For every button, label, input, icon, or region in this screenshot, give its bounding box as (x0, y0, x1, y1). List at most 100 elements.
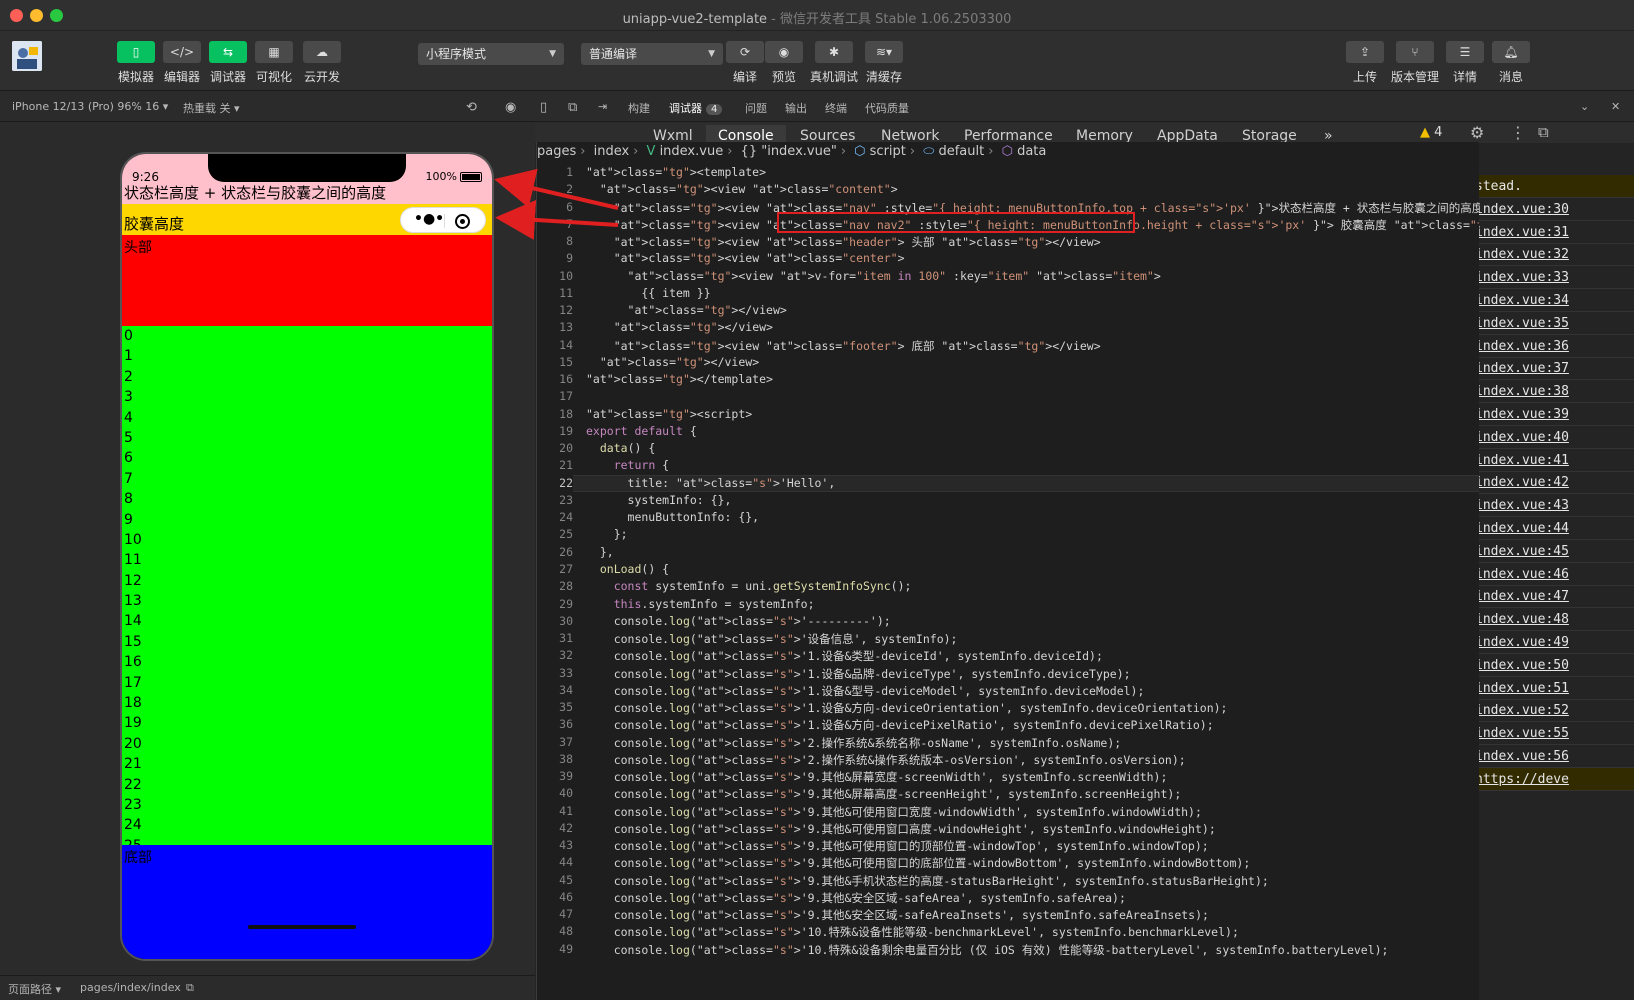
code-line[interactable]: console.log("at">class="s">'1.设备&型号-devi… (586, 683, 1145, 699)
preview-button[interactable]: ◉ 预览 (758, 41, 810, 85)
menu-capsule[interactable]: •●• (400, 207, 486, 233)
tab-terminal[interactable]: 终端 (825, 100, 847, 116)
code-line[interactable]: console.log("at">class="s">'---------'); (586, 614, 891, 628)
tab-output[interactable]: 输出 (785, 100, 807, 116)
clear-cache-button[interactable]: ≋▾ 清缓存 (858, 41, 910, 85)
console-source-link[interactable]: index.vue:50 (1475, 658, 1569, 673)
chevron-down-icon[interactable]: ⌄ (1580, 100, 1589, 113)
code-line[interactable]: data() { (586, 441, 655, 455)
code-line[interactable]: console.log("at">class="s">'10.特殊&设备性能等级… (586, 924, 1239, 940)
code-line[interactable]: systemInfo: {}, (586, 493, 732, 507)
code-line[interactable]: title: "at">class="s">'Hello', (586, 476, 836, 490)
console-source-link[interactable]: index.vue:48 (1475, 612, 1569, 627)
copy-icon[interactable]: ⧉ (186, 981, 194, 995)
code-line[interactable]: }, (586, 545, 614, 559)
console-source-link[interactable]: index.vue:56 (1475, 749, 1569, 764)
cloud-dev-button[interactable]: ☁ 云开发 (296, 41, 348, 85)
code-line[interactable]: "at">class="tg"><script> (586, 407, 752, 421)
console-source-link[interactable]: index.vue:34 (1475, 293, 1569, 308)
code-line[interactable]: "at">class="tg"></view> (586, 355, 759, 369)
tab-build[interactable]: 构建 (628, 100, 650, 116)
debugger-toggle-button[interactable]: ⇆ 调试器 (202, 41, 254, 85)
code-line[interactable]: "at">class="tg"><view "at">class="header… (586, 234, 1101, 250)
phone-simulator[interactable]: 9:26 100% 状态栏高度 + 状态栏与胶囊之间的高度 胶囊高度 •●• 头… (120, 152, 494, 961)
code-line[interactable]: console.log("at">class="s">'1.设备&类型-devi… (586, 648, 1103, 664)
console-source-link[interactable]: index.vue:31 (1475, 225, 1569, 240)
hot-reload-select[interactable]: 热重载 关 ▾ (183, 100, 240, 116)
code-line[interactable]: this.systemInfo = systemInfo; (586, 597, 815, 611)
message-button[interactable]: 🔔︎ 消息 (1485, 41, 1537, 85)
console-source-link[interactable]: index.vue:55 (1475, 726, 1569, 741)
console-source-link[interactable]: index.vue:44 (1475, 521, 1569, 536)
console-source-link[interactable]: index.vue:39 (1475, 407, 1569, 422)
tab-debugger[interactable]: 调试器 4 (669, 100, 723, 116)
code-line[interactable]: console.log("at">class="s">'2.操作系统&系统名称-… (586, 735, 1121, 751)
tab-code-quality[interactable]: 代码质量 (865, 100, 909, 116)
item-list[interactable]: 0 1 2 3 4 5 6 7 8 9 10 11 12 13 14 15 16 17 18 19 20 21 22 23 24… (122, 326, 492, 845)
code-line[interactable]: console.log("at">class="s">'1.设备&方向-devi… (586, 700, 1228, 716)
rotate-icon[interactable]: ⟲ (466, 100, 477, 115)
code-line[interactable]: console.log("at">class="s">'9.其他&可使用窗口高度… (586, 821, 1216, 837)
console-source-link[interactable]: index.vue:32 (1475, 247, 1569, 262)
code-line[interactable]: console.log("at">class="s">'9.其他&可使用窗口宽度… (586, 804, 1202, 820)
console-source-link[interactable]: https://deve (1475, 772, 1569, 787)
close-miniprogram-icon[interactable] (455, 214, 470, 229)
visual-toggle-button[interactable]: ▦ 可视化 (248, 41, 300, 85)
code-line[interactable]: "at">class="tg"><view "at">class="center… (586, 251, 905, 265)
console-source-link[interactable]: index.vue:35 (1475, 316, 1569, 331)
console-source-link[interactable]: index.vue:43 (1475, 498, 1569, 513)
code-line[interactable]: "at">class="tg"><template> (586, 165, 766, 179)
code-line[interactable]: "at">class="tg"></view> (586, 320, 773, 334)
console-source-link[interactable]: index.vue:52 (1475, 703, 1569, 718)
code-line[interactable]: export default { (586, 424, 697, 438)
console-source-link[interactable]: index.vue:38 (1475, 384, 1569, 399)
window-icon[interactable]: ⧉ (568, 100, 577, 115)
mode-select[interactable]: 小程序模式 ▼ (418, 43, 564, 65)
breadcrumb-item[interactable]: script (870, 144, 906, 159)
code-editor[interactable]: pages › index › V index.vue › {} "index.vue… (536, 142, 1479, 1000)
code-line[interactable]: console.log("at">class="s">'9.其他&手机状态栏的高… (586, 873, 1269, 889)
code-line[interactable]: console.log("at">class="s">'9.其他&安全区域-sa… (586, 890, 1126, 906)
breadcrumb-item[interactable]: data (1017, 144, 1046, 159)
code-line[interactable]: "at">class="tg"><view "at">v-for="item i… (586, 269, 1161, 283)
code-line[interactable]: "at">class="tg"></view> (586, 303, 787, 317)
breadcrumb-item[interactable]: index (594, 144, 630, 159)
code-line[interactable]: "at">class="tg"></template> (586, 372, 773, 386)
code-line[interactable]: console.log("at">class="s">'10.特殊&设备剩余电量… (586, 942, 1389, 958)
details-button[interactable]: ☰ 详情 (1439, 41, 1491, 85)
console-source-link[interactable]: index.vue:36 (1475, 339, 1569, 354)
device-select[interactable]: iPhone 12/13 (Pro) 96% 16 ▾ (12, 100, 168, 113)
code-line[interactable]: console.log("at">class="s">'9.其他&安全区域-sa… (586, 907, 1209, 923)
code-line[interactable]: console.log("at">class="s">'1.设备&品牌-devi… (586, 666, 1131, 682)
editor-toggle-button[interactable]: </> 编辑器 (156, 41, 208, 85)
console-source-link[interactable]: index.vue:40 (1475, 430, 1569, 445)
code-line[interactable]: "at">class="tg"><view "at">class="conten… (586, 182, 898, 196)
console-source-link[interactable]: index.vue:49 (1475, 635, 1569, 650)
console-source-link[interactable]: index.vue:51 (1475, 681, 1569, 696)
console-source-link[interactable]: index.vue:45 (1475, 544, 1569, 559)
code-line[interactable]: console.log("at">class="s">'9.其他&屏幕宽度-sc… (586, 769, 1168, 785)
code-line[interactable]: console.log("at">class="s">'9.其他&屏幕高度-sc… (586, 786, 1182, 802)
code-line[interactable]: console.log("at">class="s">'9.其他&可使用窗口的顶… (586, 838, 1209, 854)
breadcrumb-item[interactable]: index.vue (660, 144, 724, 159)
record-icon[interactable]: ◉ (505, 100, 516, 115)
console-source-link[interactable]: index.vue:42 (1475, 475, 1569, 490)
console-source-link[interactable]: index.vue:33 (1475, 270, 1569, 285)
breadcrumb-item[interactable]: {} "index.vue" (741, 144, 837, 159)
console-source-link[interactable]: index.vue:30 (1475, 202, 1569, 217)
code-line[interactable]: menuButtonInfo: {}, (586, 510, 760, 524)
simulator-toggle-button[interactable]: ▯ 模拟器 (110, 41, 162, 85)
breadcrumb-item[interactable]: pages (537, 144, 576, 159)
real-device-debug-button[interactable]: ✱ 真机调试 (808, 41, 860, 85)
code-line[interactable]: console.log("at">class="s">'设备信息', syste… (586, 631, 958, 647)
upload-button[interactable]: ⇪ 上传 (1339, 41, 1391, 85)
breadcrumb-item[interactable]: default (938, 144, 984, 159)
console-source-link[interactable]: index.vue:41 (1475, 453, 1569, 468)
tab-issues[interactable]: 问题 (745, 100, 767, 116)
code-line[interactable]: {{ item }} (586, 286, 710, 300)
code-line[interactable]: console.log("at">class="s">'2.操作系统&操作系统版… (586, 752, 1186, 768)
console-source-link[interactable]: index.vue:46 (1475, 567, 1569, 582)
code-line[interactable]: const systemInfo = uni.getSystemInfoSync… (586, 579, 912, 593)
page-path-select[interactable]: 页面路径 ▾ (8, 981, 61, 997)
code-line[interactable]: console.log("at">class="s">'9.其他&可使用窗口的底… (586, 855, 1251, 871)
